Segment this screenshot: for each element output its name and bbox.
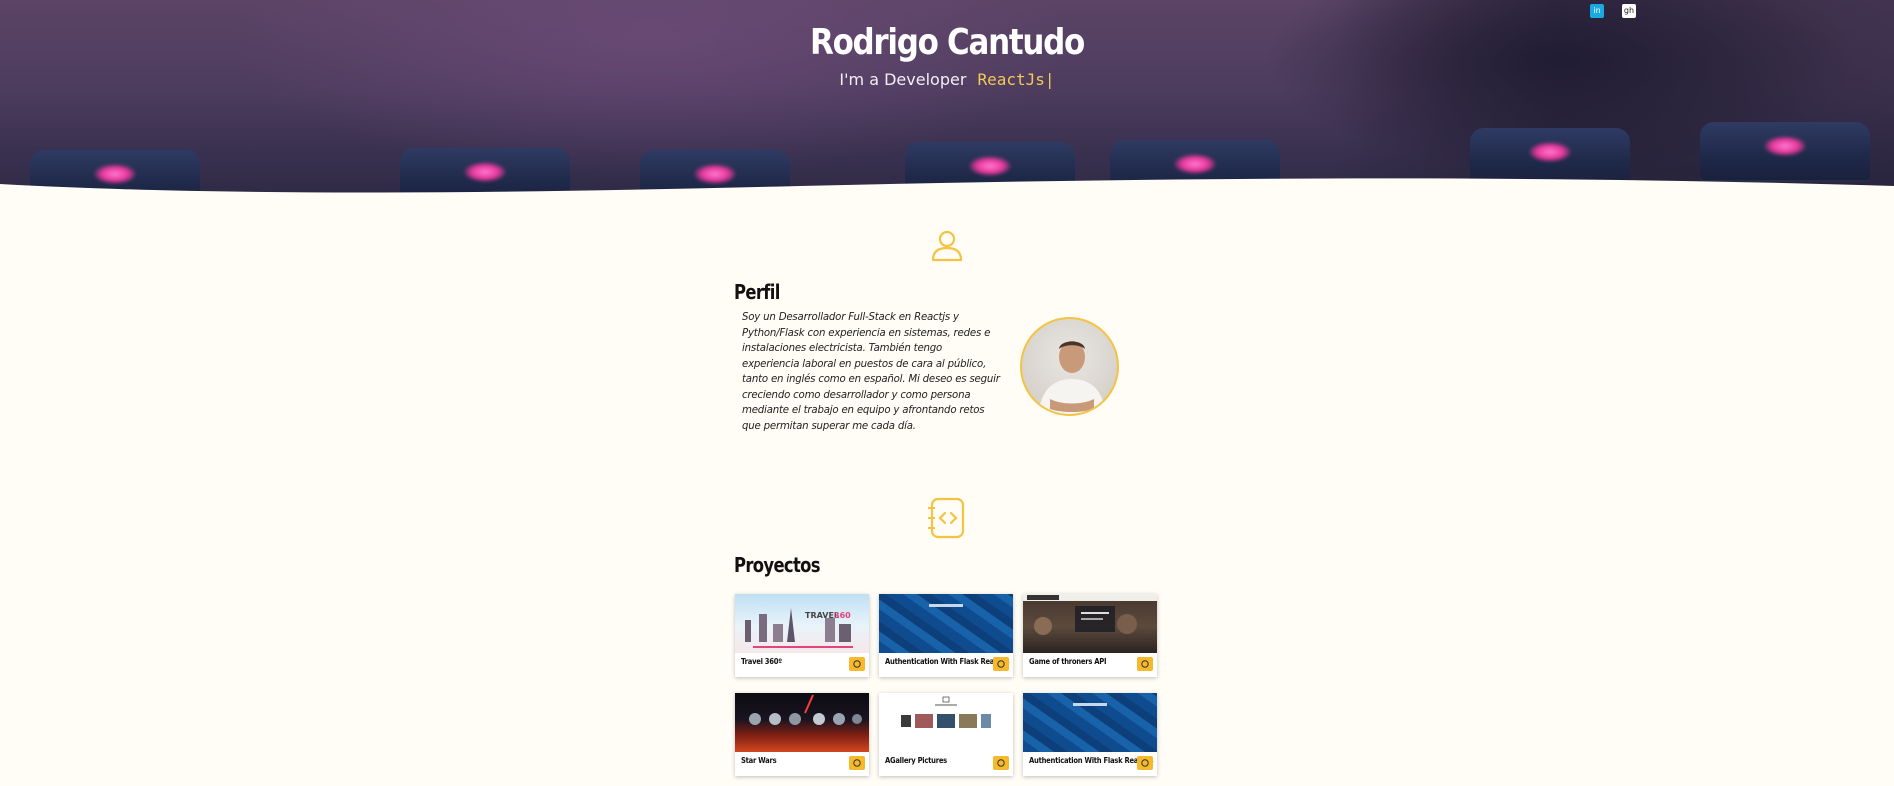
project-card[interactable]: AGallery Pictures [879, 693, 1013, 776]
project-title: Travel 360º [741, 657, 782, 666]
project-title: Star Wars [741, 756, 777, 765]
avatar [1020, 317, 1119, 416]
hero-name: Rodrigo Cantudo [810, 22, 1085, 63]
project-title: Authentication With Flask React.Js [1029, 756, 1154, 765]
about-title: Perfil [734, 280, 780, 304]
github-icon[interactable] [849, 657, 865, 671]
project-card[interactable]: TRAVEL 360 Travel 360º [735, 594, 869, 677]
project-thumbnail [1023, 594, 1157, 653]
project-title: Game of throners API [1029, 657, 1107, 666]
typing-cursor: | [1044, 70, 1055, 89]
about-text: Soy un Desarrollador Full-Stack en React… [742, 312, 1000, 432]
project-title: AGallery Pictures [885, 756, 947, 765]
project-card[interactable]: Star Wars [735, 693, 869, 776]
project-thumbnail: TRAVEL 360 [735, 594, 869, 653]
code-notebook-icon [928, 497, 965, 539]
social-links: in gh [1590, 4, 1636, 18]
github-icon[interactable] [849, 756, 865, 770]
hero-subtitle: I'm a Developer ReactJs| [0, 70, 1894, 89]
hero-banner: in gh Rodrigo Cantudo I'm a Developer Re… [0, 0, 1894, 200]
project-title: Authentication With Flask React.Js [885, 657, 1010, 666]
typed-text: ReactJs [977, 70, 1045, 89]
subtitle-prefix: I'm a Developer [839, 70, 967, 89]
linkedin-icon[interactable]: in [1590, 4, 1604, 18]
github-icon[interactable] [993, 657, 1009, 671]
projects-title: Proyectos [734, 553, 821, 577]
hero-wave-divider [0, 178, 1894, 200]
project-card[interactable]: Authentication With Flask React.Js [1023, 693, 1157, 776]
github-icon[interactable] [1137, 657, 1153, 671]
project-thumbnail [735, 693, 869, 752]
github-icon[interactable] [993, 756, 1009, 770]
github-icon[interactable] [1137, 756, 1153, 770]
project-thumbnail [1023, 693, 1157, 752]
project-card[interactable]: Authentication With Flask React.Js [879, 594, 1013, 677]
user-icon [931, 230, 963, 262]
github-icon[interactable]: gh [1622, 4, 1636, 18]
svg-text:360: 360 [834, 611, 851, 620]
project-thumbnail [879, 594, 1013, 653]
project-card[interactable]: Game of throners API [1023, 594, 1157, 677]
project-thumbnail [879, 693, 1013, 752]
